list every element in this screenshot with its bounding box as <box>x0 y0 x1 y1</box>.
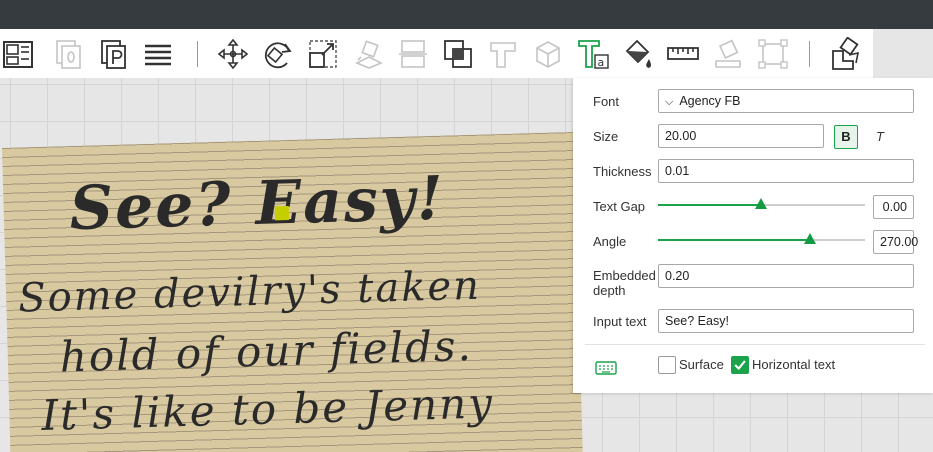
toolbar-separator <box>197 41 198 67</box>
list-icon[interactable] <box>140 37 176 71</box>
embossed-text: See? Easy! Some devilry's taken hold of … <box>2 132 583 452</box>
measure-ruler-icon[interactable] <box>665 37 701 71</box>
keyboard-icon[interactable] <box>595 361 617 375</box>
scale-icon[interactable] <box>305 37 341 71</box>
plate-p-icon[interactable] <box>96 37 132 71</box>
italic-toggle-button[interactable]: T <box>869 125 891 149</box>
text-gap-slider-thumb[interactable] <box>755 198 767 209</box>
text-line-2: Some devilry's taken <box>17 262 482 322</box>
text-gap-label: Text Gap <box>593 199 646 214</box>
text-tool-icon[interactable]: a <box>575 37 611 71</box>
boolean-icon[interactable] <box>440 37 476 71</box>
svg-text:a: a <box>598 56 605 69</box>
text-properties-panel: Font ⌵ Agency FB Size 20.00 B T Thickness… <box>573 78 933 393</box>
layout-icon[interactable] <box>0 37 36 71</box>
toolbar: a <box>0 29 873 78</box>
text-anchor-handle[interactable] <box>274 206 290 221</box>
paint-bucket-icon[interactable] <box>620 37 656 71</box>
toolbar-separator <box>809 41 810 67</box>
font-label: Font <box>593 94 620 109</box>
rotate-icon[interactable] <box>260 37 296 71</box>
cut-icon[interactable] <box>395 37 431 71</box>
font-value: Agency FB <box>679 94 741 108</box>
place-on-face-icon[interactable] <box>350 37 386 71</box>
horizontal-text-label: Horizontal text <box>752 357 836 372</box>
text-line-4: It's like to be Jenny <box>40 378 495 440</box>
font-select[interactable]: ⌵ Agency FB <box>658 89 914 113</box>
toolbar-empty-area <box>873 29 933 78</box>
size-label: Size <box>593 129 619 144</box>
text-gap-input[interactable]: 0.00 <box>873 195 914 219</box>
angle-label: Angle <box>593 234 627 249</box>
angle-input[interactable]: 270.00 <box>873 230 918 254</box>
embedded-depth-label-line2: depth <box>593 283 626 298</box>
cube-icon[interactable] <box>530 37 566 71</box>
assembly-icon[interactable] <box>828 37 864 71</box>
eraser-icon[interactable] <box>710 37 746 71</box>
plate-stack-icon[interactable] <box>51 37 87 71</box>
embedded-depth-label: Embedded depth <box>593 268 656 298</box>
move-icon[interactable] <box>215 37 251 71</box>
panel-divider <box>585 344 925 345</box>
text-gap-slider-fill <box>658 204 761 206</box>
frame-icon[interactable] <box>755 37 791 71</box>
surface-label: Surface <box>679 357 724 372</box>
angle-slider-fill <box>658 239 810 241</box>
title-bar <box>0 0 933 29</box>
text-plate[interactable]: See? Easy! Some devilry's taken hold of … <box>2 132 583 452</box>
angle-slider-thumb[interactable] <box>804 233 816 244</box>
checkmark-icon <box>734 360 746 371</box>
embedded-depth-label-line1: Embedded <box>593 268 656 283</box>
embedded-depth-input[interactable]: 0.20 <box>658 264 914 288</box>
size-input[interactable]: 20.00 <box>658 124 824 148</box>
input-text-field[interactable]: See? Easy! <box>658 309 914 333</box>
chevron-down-icon: ⌵ <box>665 96 674 108</box>
horizontal-text-checkbox[interactable] <box>731 356 749 374</box>
text-line-1: See? Easy! <box>68 163 446 245</box>
text-line-3: hold of our fields. <box>59 320 474 382</box>
surface-checkbox[interactable] <box>658 356 676 374</box>
support-icon[interactable] <box>485 37 521 71</box>
thickness-input[interactable]: 0.01 <box>658 159 914 183</box>
bold-toggle-button[interactable]: B <box>834 125 858 149</box>
input-text-label: Input text <box>593 314 647 329</box>
thickness-label: Thickness <box>593 164 652 179</box>
angle-slider[interactable] <box>658 233 865 244</box>
text-gap-slider[interactable] <box>658 198 865 209</box>
